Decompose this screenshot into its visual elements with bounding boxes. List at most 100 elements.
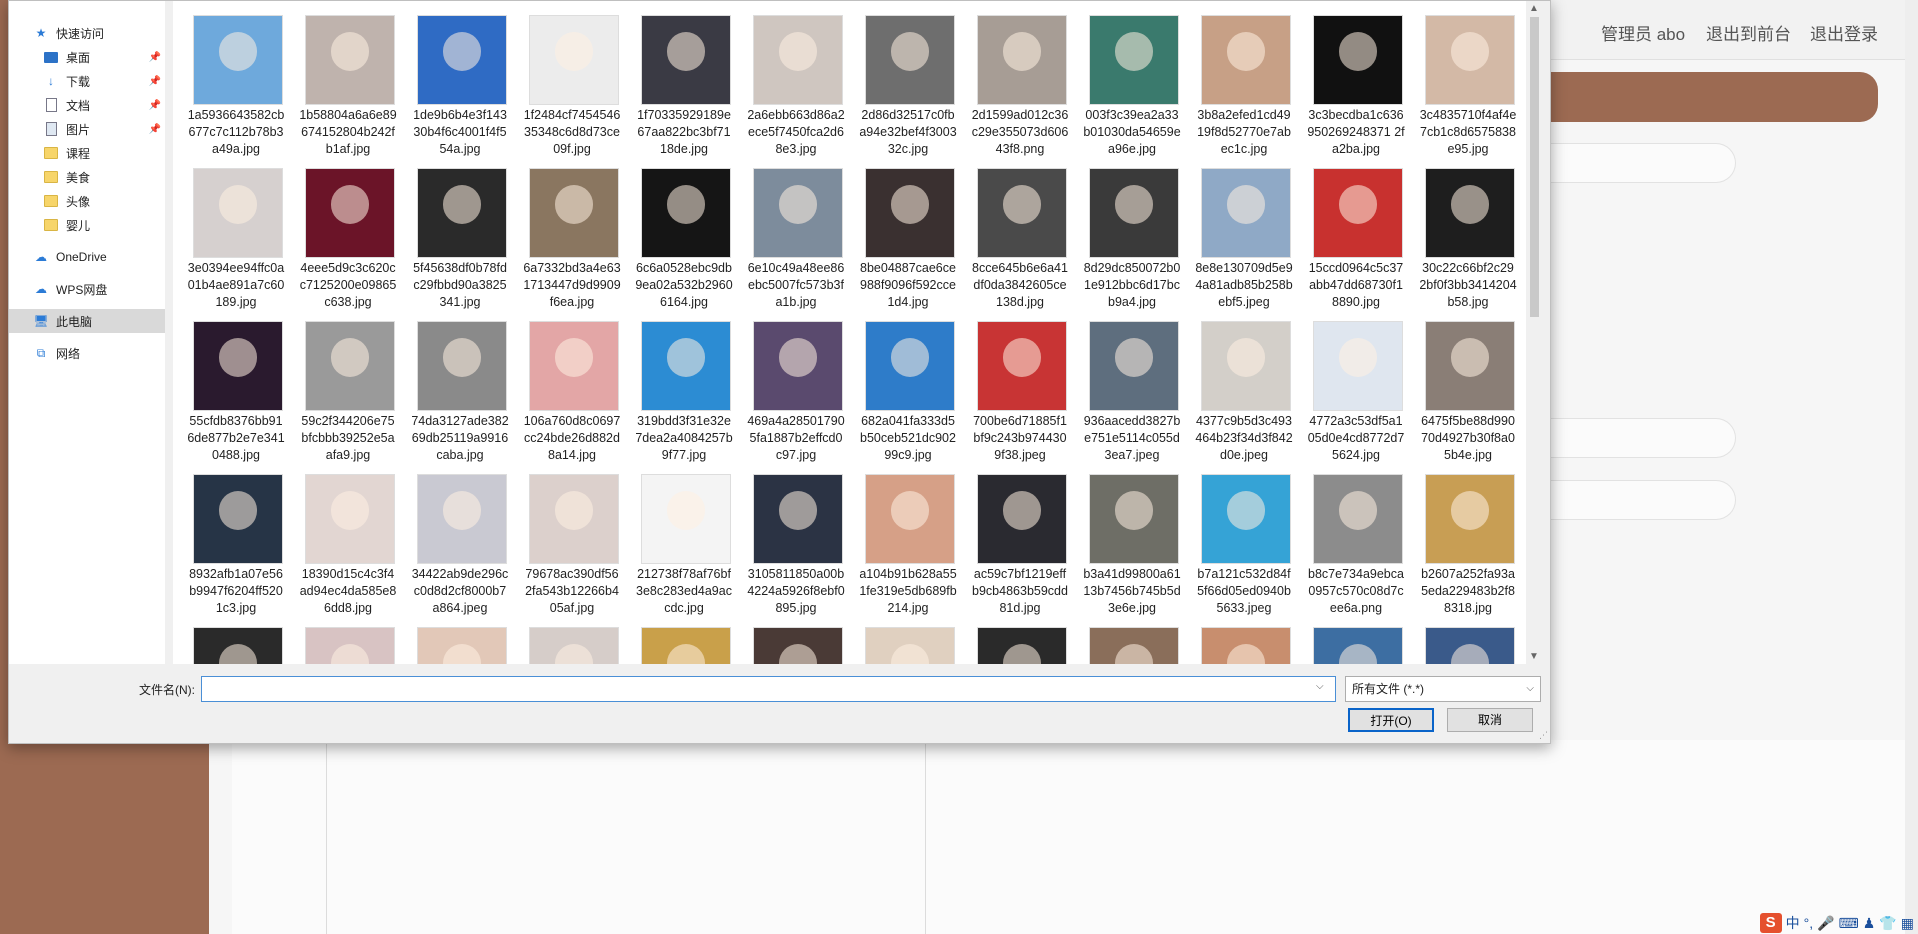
nav-item[interactable]: ★ 快速访问 — [9, 21, 165, 45]
file-item[interactable]: 003f3c39ea2a33b01030da54659ea96e.jpg — [1069, 13, 1181, 166]
nav-item[interactable]: 婴儿 — [9, 213, 165, 237]
file-item[interactable]: 212738f78af76bf3e8c283ed4a9accdc.jpg — [621, 472, 733, 625]
file-item[interactable]: 1f2484cf745454635348c6d8d73ce09f.jpg — [509, 13, 621, 166]
file-item[interactable]: 15ccd0964c5c37abb47dd68730f18890.jpg — [1293, 166, 1405, 319]
microphone-icon[interactable]: 🎤 — [1817, 915, 1834, 932]
file-item[interactable] — [509, 625, 621, 664]
file-list-scrollbar[interactable]: ▲ ▼ — [1526, 1, 1543, 664]
file-item[interactable]: 6a7332bd3a4e631713447d9d9909f6ea.jpg — [509, 166, 621, 319]
file-item[interactable]: 3c4835710f4af4e7cb1c8d6575838e95.jpg — [1405, 13, 1517, 166]
file-item[interactable]: 8e8e130709d5e94a81adb85b258bebf5.jpeg — [1181, 166, 1293, 319]
background-input-field[interactable] — [1520, 143, 1736, 183]
file-item[interactable] — [397, 625, 509, 664]
file-item[interactable]: 8be04887cae6ce988f9096f592cce1d4.jpg — [845, 166, 957, 319]
file-type-select[interactable]: 所有文件 (*.*) ⌵ — [1345, 676, 1541, 702]
file-item[interactable]: b8c7e734a9ebca0957c570c08d7cee6a.png — [1293, 472, 1405, 625]
file-item[interactable]: 59c2f344206e75bfcbbb39252e5aafa9.jpg — [285, 319, 397, 472]
filename-dropdown-icon[interactable]: ⌵ — [1316, 681, 1324, 692]
file-item[interactable]: 319bdd3f31e32e7dea2a4084257b9f77.jpg — [621, 319, 733, 472]
file-item[interactable] — [285, 625, 397, 664]
admin-user-link[interactable]: 管理员 abo — [1601, 20, 1685, 45]
file-item[interactable]: 55cfdb8376bb916de877b2e7e3410488.jpg — [173, 319, 285, 472]
nav-item[interactable]: 课程 — [9, 141, 165, 165]
ime-mode-indicator[interactable]: 中 — [1786, 913, 1800, 933]
nav-item[interactable]: 头像 — [9, 189, 165, 213]
file-item[interactable]: 4eee5d9c3c620cc7125200e09865c638.jpg — [285, 166, 397, 319]
nav-item[interactable]: ☁ OneDrive — [9, 245, 165, 269]
file-item[interactable] — [1181, 625, 1293, 664]
file-item[interactable]: a104b91b628a551fe319e5db689fb214.jpg — [845, 472, 957, 625]
filename-input[interactable] — [201, 676, 1336, 702]
file-item[interactable]: 6c6a0528ebc9db9ea02a532b29606164.jpg — [621, 166, 733, 319]
file-item[interactable]: 3b8a2efed1cd4919f8d52770e7abec1c.jpg — [1181, 13, 1293, 166]
file-item[interactable] — [1069, 625, 1181, 664]
page-scrollbar[interactable] — [1905, 0, 1918, 934]
background-input-field[interactable] — [1520, 418, 1736, 458]
open-button[interactable]: 打开(O) — [1348, 708, 1434, 732]
file-item[interactable]: 18390d15c4c3f4ad94ec4da585e86dd8.jpg — [285, 472, 397, 625]
file-item[interactable]: 2a6ebb663d86a2ece5f7450fca2d68e3.jpg — [733, 13, 845, 166]
file-name: 4377c9b5d3c493464b23f34d3f842d0e.jpeg — [1195, 414, 1293, 462]
nav-item[interactable]: 桌面 📌 — [9, 45, 165, 69]
file-item[interactable]: 30c22c66bf2c292bf0f3bb3414204b58.jpg — [1405, 166, 1517, 319]
file-item[interactable] — [845, 625, 957, 664]
scroll-down-arrow-icon[interactable]: ▼ — [1529, 651, 1539, 662]
file-item[interactable]: 3e0394ee94ffc0a01b4ae891a7c60189.jpg — [173, 166, 285, 319]
shirt-icon[interactable]: 👕 — [1879, 915, 1896, 932]
file-item[interactable]: 5f45638df0b78fdc29fbbd90a3825341.jpg — [397, 166, 509, 319]
file-item[interactable]: 682a041fa333d5b50ceb521dc90299c9.jpg — [845, 319, 957, 472]
file-item[interactable]: 1de9b6b4e3f14330b4f6c4001f4f554a.jpg — [397, 13, 509, 166]
file-item[interactable]: 8d29dc850072b01e912bbc6d17bcb9a4.jpg — [1069, 166, 1181, 319]
file-item[interactable]: 469a4a285017905fa1887b2effcd0c97.jpg — [733, 319, 845, 472]
file-item[interactable]: 6475f5be88d99070d4927b30f8a05b4e.jpg — [1405, 319, 1517, 472]
nav-item[interactable]: ↓ 下载 📌 — [9, 69, 165, 93]
cancel-button[interactable]: 取消 — [1447, 708, 1533, 732]
logout-link[interactable]: 退出登录 — [1810, 20, 1878, 45]
file-item[interactable] — [173, 625, 285, 664]
ime-logo-icon[interactable]: S — [1759, 913, 1782, 933]
file-item[interactable]: 3105811850a00b4224a5926f8ebf0895.jpg — [733, 472, 845, 625]
file-item[interactable] — [621, 625, 733, 664]
nav-item[interactable]: 美食 — [9, 165, 165, 189]
file-item[interactable] — [957, 625, 1069, 664]
file-thumbnail — [1089, 627, 1179, 664]
file-item[interactable]: 2d1599ad012c36c29e355073d60643f8.png — [957, 13, 1069, 166]
file-item[interactable]: 8932afb1a07e56b9947f6204ff5201c3.jpg — [173, 472, 285, 625]
file-item[interactable] — [1405, 625, 1517, 664]
nav-item[interactable]: 文档 📌 — [9, 93, 165, 117]
nav-item[interactable]: ☁ WPS网盘 — [9, 277, 165, 301]
file-item[interactable]: 6e10c49a48ee86ebc5007fc573b3fa1b.jpg — [733, 166, 845, 319]
person-icon[interactable]: ♟ — [1863, 915, 1876, 932]
file-item[interactable]: 1b58804a6a6e89674152804b242fb1af.jpg — [285, 13, 397, 166]
file-item[interactable]: 74da3127ade38269db25119a9916caba.jpg — [397, 319, 509, 472]
nav-item[interactable]: 🖥 此电脑 — [9, 309, 165, 333]
file-item[interactable]: 4377c9b5d3c493464b23f34d3f842d0e.jpeg — [1181, 319, 1293, 472]
exit-to-frontend-link[interactable]: 退出到前台 — [1706, 20, 1791, 45]
file-item[interactable]: 2d86d32517c0fba94e32bef4f300332c.jpg — [845, 13, 957, 166]
file-item[interactable]: 79678ac390df562fa543b12266b405af.jpg — [509, 472, 621, 625]
file-item[interactable] — [733, 625, 845, 664]
scroll-up-arrow-icon[interactable]: ▲ — [1529, 3, 1539, 14]
file-item[interactable]: 936aacedd3827be751e5114c055d3ea7.jpeg — [1069, 319, 1181, 472]
file-item[interactable]: 106a760d8c0697cc24bde26d882d8a14.jpg — [509, 319, 621, 472]
background-input-field[interactable] — [1520, 480, 1736, 520]
file-item[interactable]: b7a121c532d84f5f66d05ed0940b5633.jpeg — [1181, 472, 1293, 625]
file-item[interactable]: b2607a252fa93a5eda229483b2f88318.jpg — [1405, 472, 1517, 625]
file-item[interactable]: 700be6d71885f1bf9c243b9744309f38.jpeg — [957, 319, 1069, 472]
file-item[interactable] — [1293, 625, 1405, 664]
nav-item[interactable]: 图片 📌 — [9, 117, 165, 141]
file-item[interactable]: 1a5936643582cb677c7c112b78b3a49a.jpg — [173, 13, 285, 166]
keyboard-icon[interactable]: ⌨ — [1839, 915, 1859, 932]
nav-item[interactable]: ⧉ 网络 — [9, 341, 165, 365]
file-item[interactable]: ac59c7bf1219effb9cb4863b59cdd81d.jpg — [957, 472, 1069, 625]
file-item[interactable]: 1f70335929189e67aa822bc3bf7118de.jpg — [621, 13, 733, 166]
grid-icon[interactable]: ▦ — [1901, 915, 1914, 932]
resize-grip-icon[interactable]: ⋰ — [1539, 730, 1548, 741]
file-item[interactable]: 3c3becdba1c636950269248371 2fa2ba.jpg — [1293, 13, 1405, 166]
file-item[interactable]: b3a41d99800a6113b7456b745b5d3e6e.jpg — [1069, 472, 1181, 625]
file-item[interactable]: 4772a3c53df5a105d0e4cd8772d75624.jpg — [1293, 319, 1405, 472]
scrollbar-thumb[interactable] — [1530, 17, 1539, 317]
punctuation-icon[interactable]: °, — [1804, 915, 1814, 931]
file-item[interactable]: 8cce645b6e6a41df0da3842605ce138d.jpg — [957, 166, 1069, 319]
file-item[interactable]: 34422ab9de296cc0d8d2cf8000b7a864.jpeg — [397, 472, 509, 625]
